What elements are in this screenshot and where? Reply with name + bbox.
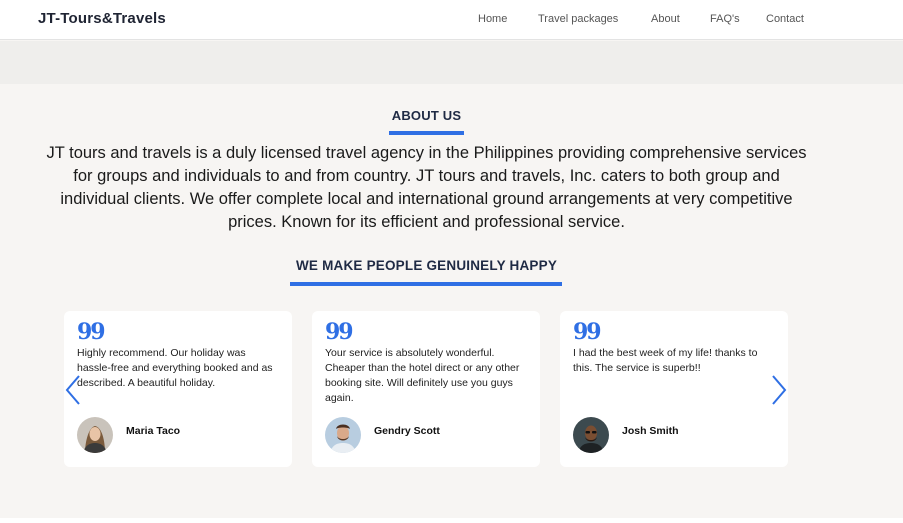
footer-strip xyxy=(0,518,903,523)
testimonial-text: Your service is absolutely wonderful. Ch… xyxy=(325,347,520,404)
nav-link-contact[interactable]: Contact xyxy=(766,13,804,25)
testimonial-name: Gendry Scott xyxy=(374,425,440,437)
chevron-right-icon[interactable] xyxy=(768,373,788,407)
nav-link-home[interactable]: Home xyxy=(478,13,507,25)
testimonial-name: Maria Taco xyxy=(126,425,181,437)
quote-icon: 99 xyxy=(325,319,354,345)
nav-link-about[interactable]: About xyxy=(651,13,680,25)
quote-icon: 99 xyxy=(77,319,106,345)
testimonial-text: Highly recommend. Our holiday was hassle… xyxy=(77,347,273,389)
navbar: JT-Tours&Travels Home Travel packages Ab… xyxy=(0,0,903,40)
chevron-left-icon[interactable] xyxy=(64,373,84,407)
avatar xyxy=(573,417,609,453)
nav-links: Home Travel packages About FAQ's Contact xyxy=(0,13,903,27)
testimonial-card: 99 Your service is absolutely wonderful.… xyxy=(312,311,540,467)
testimonial-text: I had the best week of my life! thanks t… xyxy=(573,347,758,374)
testimonial-name: Josh Smith xyxy=(622,425,679,437)
hero-band xyxy=(0,41,903,84)
testimonial-card: 99 I had the best week of my life! thank… xyxy=(560,311,788,467)
testimonials-title-underline xyxy=(290,282,562,286)
avatar xyxy=(77,417,113,453)
avatar xyxy=(325,417,361,453)
quote-icon: 99 xyxy=(573,319,602,345)
about-text: JT tours and travels is a duly licensed … xyxy=(46,144,807,231)
nav-link-travel-packages[interactable]: Travel packages xyxy=(538,13,618,25)
about-title-underline xyxy=(389,131,464,135)
testimonials-title: WE MAKE PEOPLE GENUINELY HAPPY xyxy=(295,258,558,273)
nav-link-faqs[interactable]: FAQ's xyxy=(710,13,740,25)
testimonial-card: 99 Highly recommend. Our holiday was has… xyxy=(64,311,292,467)
about-title: ABOUT US xyxy=(391,108,462,123)
